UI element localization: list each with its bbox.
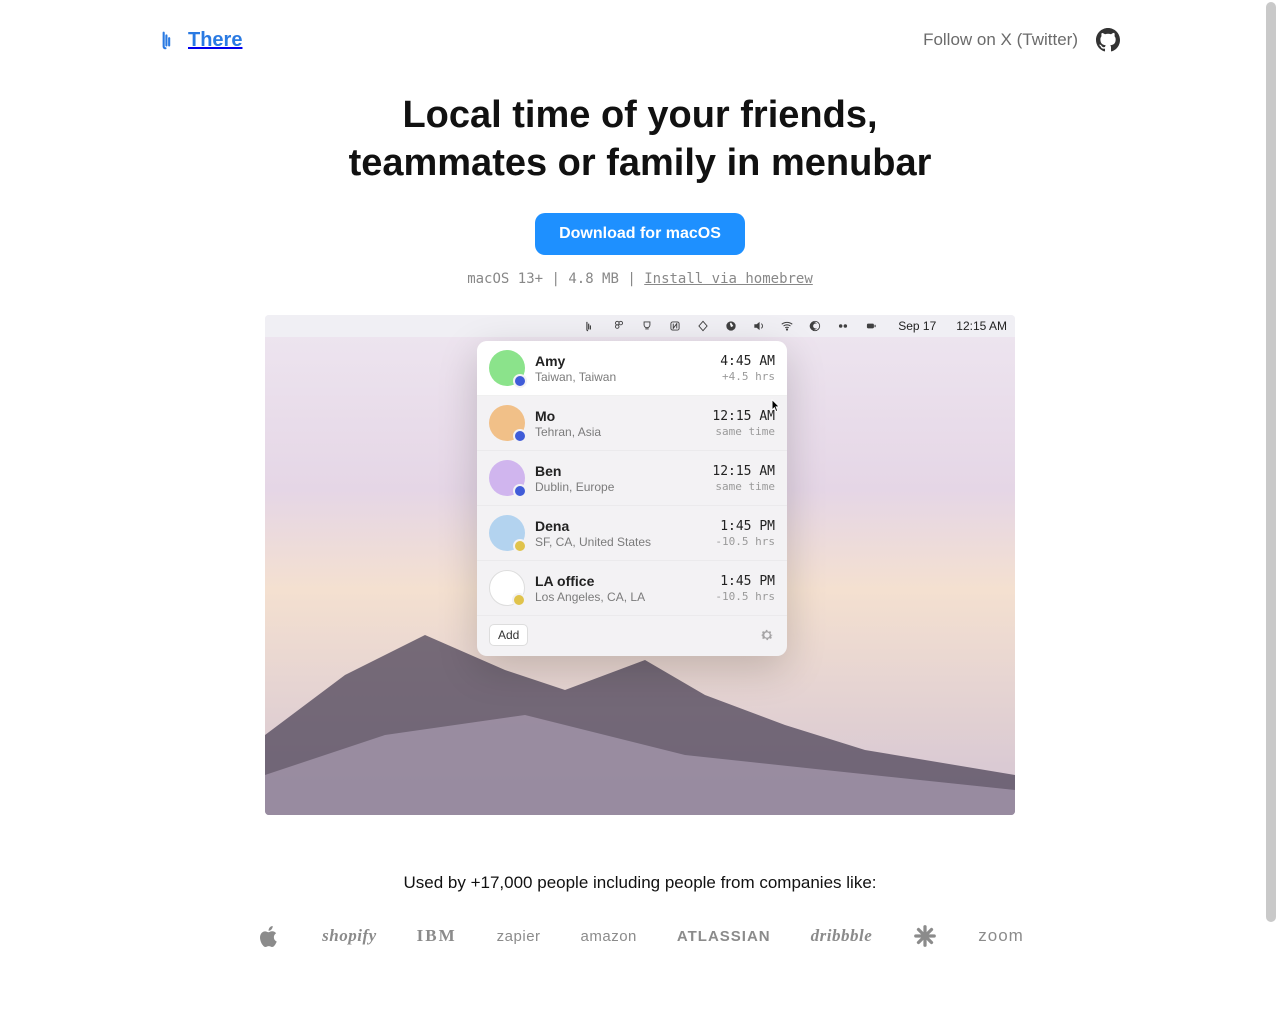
- hero: Local time of your friends, teammates or…: [150, 92, 1130, 287]
- person-time: 12:15 AM: [712, 464, 775, 479]
- github-icon: [1096, 28, 1120, 52]
- dribbble-logo: dribbble: [811, 926, 873, 946]
- person-offset: -10.5 hrs: [715, 535, 775, 548]
- company-logos: shopify IBM zapier amazon ATLASSIAN drib…: [150, 923, 1130, 949]
- avatar: [489, 460, 525, 496]
- avatar: [489, 515, 525, 551]
- person-location: SF, CA, United States: [535, 535, 705, 549]
- social-proof: Used by +17,000 people including people …: [150, 873, 1130, 1009]
- person-name: Dena: [535, 518, 705, 534]
- person-location: Los Angeles, CA, LA: [535, 590, 705, 604]
- person-name: Mo: [535, 408, 702, 424]
- moon-icon: [808, 319, 822, 333]
- menubar-time: 12:15 AM: [956, 319, 1007, 333]
- header: There Follow on X (Twitter): [150, 28, 1130, 52]
- status-badge-icon: [512, 593, 526, 607]
- add-button[interactable]: Add: [489, 624, 528, 646]
- menubar-date: Sep 17: [898, 319, 936, 333]
- brand-link[interactable]: There: [160, 29, 242, 52]
- avatar: [489, 350, 525, 386]
- notion-icon: [668, 319, 682, 333]
- person-time: 1:45 PM: [715, 574, 775, 589]
- there-popover: AmyTaiwan, Taiwan 4:45 AM+4.5 hrs MoTehran…: [477, 341, 787, 656]
- status-badge-icon: [513, 539, 527, 553]
- person-offset: -10.5 hrs: [715, 590, 775, 603]
- avatar: [489, 570, 525, 606]
- location-icon: [724, 319, 738, 333]
- person-row[interactable]: LA officeLos Angeles, CA, LA 1:45 PM-10.5…: [477, 561, 787, 616]
- hero-title-line1: Local time of your friends,: [402, 94, 877, 136]
- there-menubar-icon: [584, 319, 598, 333]
- loom-logo-icon: [912, 923, 938, 949]
- brand-logo-icon: [160, 29, 182, 51]
- github-link[interactable]: [1096, 28, 1120, 52]
- atlassian-logo: ATLASSIAN: [677, 928, 771, 945]
- zoom-logo: zoom: [978, 926, 1024, 946]
- status-badge-icon: [513, 484, 527, 498]
- follow-twitter-link[interactable]: Follow on X (Twitter): [923, 30, 1078, 50]
- person-location: Taiwan, Taiwan: [535, 370, 710, 384]
- hero-title: Local time of your friends, teammates or…: [150, 92, 1130, 187]
- person-row[interactable]: BenDublin, Europe 12:15 AMsame time: [477, 451, 787, 506]
- person-location: Dublin, Europe: [535, 480, 702, 494]
- ibm-logo: IBM: [417, 926, 457, 946]
- person-location: Tehran, Asia: [535, 425, 702, 439]
- brand-name: There: [188, 29, 242, 52]
- scrollbar-thumb[interactable]: [1266, 2, 1276, 922]
- amazon-logo: amazon: [581, 928, 637, 945]
- avatar: [489, 405, 525, 441]
- meta-size: 4.8 MB: [568, 271, 619, 287]
- person-time: 4:45 AM: [720, 354, 775, 369]
- status-badge-icon: [513, 374, 527, 388]
- download-button[interactable]: Download for macOS: [535, 213, 745, 255]
- person-offset: +4.5 hrs: [720, 370, 775, 383]
- diamond-icon: [696, 319, 710, 333]
- apple-logo-icon: [256, 923, 282, 949]
- trophy-icon: [640, 319, 654, 333]
- figma-icon: [612, 319, 626, 333]
- status-badge-icon: [513, 429, 527, 443]
- dots-icon: [836, 319, 850, 333]
- person-row[interactable]: MoTehran, Asia 12:15 AMsame time: [477, 396, 787, 451]
- download-meta: macOS 13+ | 4.8 MB | Install via homebre…: [150, 271, 1130, 287]
- person-offset: same time: [712, 480, 775, 493]
- person-name: LA office: [535, 573, 705, 589]
- meta-os: macOS 13+: [467, 271, 543, 287]
- social-proof-text: Used by +17,000 people including people …: [150, 873, 1130, 893]
- volume-icon: [752, 319, 766, 333]
- battery-icon: [864, 319, 878, 333]
- wifi-icon: [780, 319, 794, 333]
- person-time: 12:15 AM: [712, 409, 775, 424]
- person-name: Ben: [535, 463, 702, 479]
- cursor-icon: [771, 399, 781, 413]
- person-row[interactable]: AmyTaiwan, Taiwan 4:45 AM+4.5 hrs: [477, 341, 787, 396]
- gear-icon[interactable]: [759, 627, 775, 643]
- zapier-logo: zapier: [497, 928, 541, 945]
- person-offset: same time: [712, 425, 775, 438]
- shopify-logo: shopify: [322, 926, 377, 946]
- page-scrollbar[interactable]: [1264, 2, 1278, 1022]
- homebrew-link[interactable]: Install via homebrew: [644, 271, 813, 287]
- hero-title-line2: teammates or family in menubar: [349, 142, 932, 184]
- macos-menubar: Sep 17 12:15 AM: [265, 315, 1015, 337]
- person-row[interactable]: DenaSF, CA, United States 1:45 PM-10.5 hr…: [477, 506, 787, 561]
- person-name: Amy: [535, 353, 710, 369]
- app-screenshot: Sep 17 12:15 AM AmyTaiwan, Taiwan 4:45 AM…: [265, 315, 1015, 815]
- person-time: 1:45 PM: [715, 519, 775, 534]
